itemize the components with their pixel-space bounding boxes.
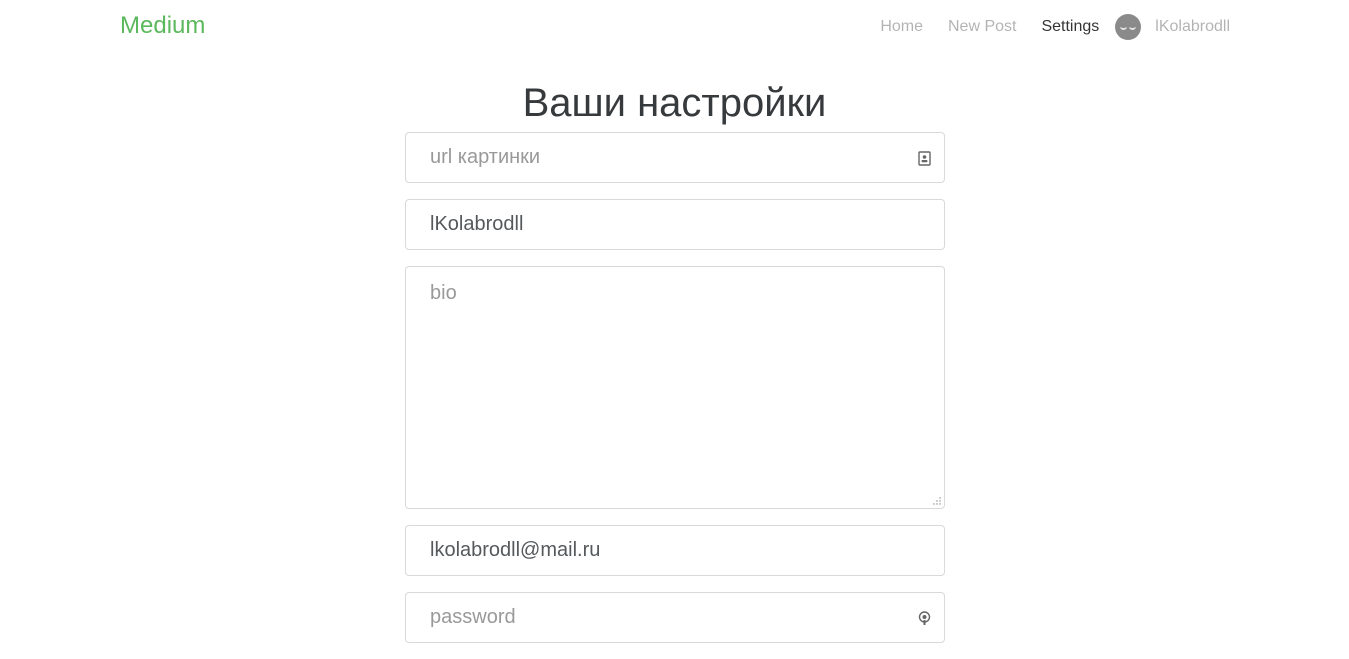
image-url-input[interactable]: url картинки	[405, 132, 945, 183]
user-avatar[interactable]	[1115, 14, 1142, 40]
bio-placeholder: bio	[430, 282, 457, 304]
settings-form: url картинки lKolabrodll bio lkolabrodll…	[405, 132, 945, 659]
nav-new-post-link[interactable]: New Post	[948, 15, 1016, 39]
image-url-placeholder: url картинки	[430, 146, 541, 168]
page-title: Ваши настройки	[522, 81, 827, 125]
email-input[interactable]: lkolabrodll@mail.ru	[405, 525, 945, 576]
contact-card-icon[interactable]	[918, 151, 931, 166]
top-navbar: Medium Home New Post Settings lKolabrodl…	[0, 0, 1349, 56]
nav-links: Home New Post Settings lKolabrodll	[880, 14, 1230, 40]
nav-settings-link[interactable]: Settings	[1041, 15, 1099, 39]
username-input[interactable]: lKolabrodll	[405, 199, 945, 250]
bio-textarea[interactable]: bio	[405, 266, 945, 509]
password-placeholder: password	[430, 606, 516, 628]
brand-logo-link[interactable]: Medium	[120, 11, 205, 41]
password-key-icon[interactable]	[918, 611, 931, 626]
resize-grip-icon[interactable]	[933, 497, 941, 505]
avatar-eye-left	[1120, 26, 1128, 30]
username-value: lKolabrodll	[430, 213, 524, 235]
password-input[interactable]: password	[405, 592, 945, 643]
nav-home-link[interactable]: Home	[880, 15, 923, 39]
avatar-eye-right	[1129, 26, 1137, 30]
email-value: lkolabrodll@mail.ru	[430, 539, 601, 561]
nav-profile-link[interactable]: lKolabrodll	[1155, 15, 1230, 39]
